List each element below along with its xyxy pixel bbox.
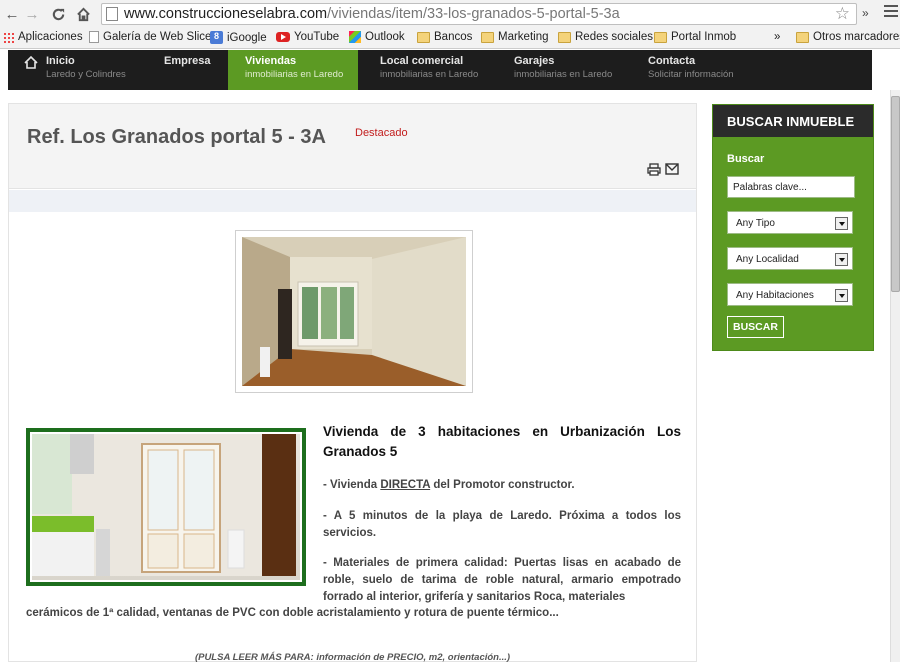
bookmarks-bar: Aplicaciones Galería de Web Slice 8 iGoog… (0, 29, 900, 49)
select-value: Any Habitaciones (736, 290, 814, 301)
select-value: Any Localidad (736, 254, 799, 265)
bookmarks-overflow-button[interactable]: » (774, 31, 780, 43)
search-label: Buscar (727, 153, 765, 165)
bookmark-folder-marketing[interactable]: Marketing (481, 31, 549, 43)
chevron-down-icon (835, 217, 848, 230)
bookmark-label: Aplicaciones (18, 31, 83, 43)
outlook-icon (349, 31, 361, 43)
url-path: /viviendas/item/33-los-granados-5-portal… (327, 6, 620, 22)
nav-item-empresa[interactable]: Empresa (164, 50, 228, 90)
property-photo-living-room[interactable] (235, 230, 473, 393)
nav-title: Contacta (648, 55, 696, 67)
nav-title: Inicio (46, 55, 75, 67)
chevron-down-icon (835, 289, 848, 302)
bookmark-label: Outlook (365, 31, 405, 43)
nav-item-local-comercial[interactable]: Local comercial inmobiliarias en Laredo (380, 50, 500, 90)
nav-subtitle: Solicitar información (648, 69, 734, 80)
living-room-image (242, 237, 466, 386)
directa-link[interactable]: DIRECTA (380, 479, 430, 491)
nav-title: Empresa (164, 55, 211, 67)
nav-item-contacta[interactable]: Contacta Solicitar información (648, 50, 768, 90)
property-heading: Vivienda de 3 habitaciones en Urbanizaci… (323, 424, 681, 459)
property-search-panel: BUSCAR INMUEBLE Buscar Palabras clave...… (712, 104, 874, 351)
bookmark-label: Portal Inmob (671, 31, 737, 43)
nav-item-viviendas[interactable]: Viviendas inmobiliarias en Laredo (228, 50, 358, 90)
address-bar[interactable]: www.construccioneselabra.com/viviendas/i… (101, 3, 857, 25)
overflow-label: » (774, 31, 781, 43)
feature-text: - Vivienda (323, 479, 381, 491)
bookmark-label: Marketing (498, 31, 549, 43)
bookmark-folder-redes[interactable]: Redes sociales (558, 31, 653, 43)
select-value: Any Tipo (736, 218, 775, 229)
kitchen-image (32, 434, 296, 576)
nav-subtitle: inmobiliarias en Laredo (514, 69, 613, 80)
folder-icon (654, 31, 667, 43)
home-icon (24, 56, 38, 69)
nav-item-garajes[interactable]: Garajes inmobiliarias en Laredo (514, 50, 634, 90)
feature-materials: - Materiales de primera calidad: Puertas… (323, 557, 681, 603)
menu-icon[interactable] (884, 5, 898, 19)
apps-icon (3, 31, 14, 43)
keywords-input[interactable]: Palabras clave... (727, 176, 855, 198)
feature-text: del Promotor constructor. (430, 479, 575, 491)
print-icon[interactable] (647, 163, 661, 176)
search-button[interactable]: BUSCAR (727, 316, 784, 338)
url-host: www.construccioneselabra.com (124, 6, 328, 22)
nav-subtitle: inmobiliarias en Laredo (380, 69, 479, 80)
nav-title: Local comercial (380, 55, 464, 67)
google-icon: 8 (210, 31, 223, 44)
feature-direct: - Vivienda DIRECTA del Promotor construc… (323, 477, 681, 494)
bookmark-label: YouTube (294, 31, 340, 43)
page-title: Ref. Los Granados portal 5 - 3A (27, 126, 326, 148)
forward-arrow-icon[interactable]: → (22, 4, 42, 24)
folder-icon (558, 31, 571, 43)
page-icon (106, 7, 118, 21)
folder-icon (417, 31, 430, 43)
bookmark-outlook[interactable]: Outlook (349, 31, 405, 43)
folder-icon (796, 31, 809, 43)
bookmark-label: Bancos (434, 31, 473, 43)
nav-subtitle: inmobiliarias en Laredo (245, 69, 344, 80)
tipo-select[interactable]: Any Tipo (727, 211, 853, 234)
home-icon[interactable] (73, 4, 93, 24)
nav-title: Garajes (514, 55, 555, 67)
bookmark-star-icon[interactable]: ☆ (835, 4, 850, 24)
bookmark-folder-otros[interactable]: Otros marcadores (796, 31, 900, 43)
reload-icon[interactable] (48, 4, 68, 24)
property-photo-kitchen[interactable] (26, 428, 306, 586)
bookmark-igoogle[interactable]: 8 iGoogle (210, 31, 267, 44)
bookmark-folder-bancos[interactable]: Bancos (417, 31, 472, 43)
back-arrow-icon[interactable]: ← (2, 4, 22, 24)
nav-subtitle: Laredo y Colindres (46, 69, 126, 80)
youtube-icon (276, 32, 290, 42)
bookmark-galeria[interactable]: Galería de Web Slice (89, 31, 211, 43)
bookmark-label: Redes sociales (575, 31, 653, 43)
bookmark-label: Galería de Web Slice (103, 31, 212, 43)
localidad-select[interactable]: Any Localidad (727, 247, 853, 270)
site-nav: Inicio Laredo y Colindres Empresa Vivien… (8, 50, 872, 90)
bookmark-aplicaciones[interactable]: Aplicaciones (3, 31, 83, 43)
chevron-down-icon (835, 253, 848, 266)
habitaciones-select[interactable]: Any Habitaciones (727, 283, 853, 306)
bookmark-folder-portal[interactable]: Portal Inmob (654, 31, 736, 43)
scrollbar-thumb[interactable] (891, 96, 900, 292)
bookmark-label: iGoogle (227, 31, 267, 44)
bookmark-label: Otros marcadores (813, 31, 900, 43)
extensions-overflow-button[interactable]: » (862, 6, 869, 20)
folder-icon (481, 31, 494, 43)
email-icon[interactable] (665, 163, 679, 175)
read-more-hint: (PULSA LEER MÁS PARA: información de PRE… (194, 652, 511, 662)
article: Ref. Los Granados portal 5 - 3A Destacad… (8, 103, 697, 662)
feature-location: - A 5 minutos de la playa de Laredo. Pró… (323, 510, 681, 539)
divider-strip (9, 190, 696, 212)
featured-badge: Destacado (355, 127, 408, 139)
browser-toolbar: ← → www.construccioneselabra.com/viviend… (0, 0, 900, 29)
feature-materials-continued: cerámicos de 1ª calidad, ventanas de PVC… (26, 607, 559, 619)
page-icon (89, 31, 99, 43)
nav-title: Viviendas (245, 55, 297, 67)
bookmark-youtube[interactable]: YouTube (276, 31, 339, 43)
search-panel-title: BUSCAR INMUEBLE (713, 105, 873, 137)
article-header: Ref. Los Granados portal 5 - 3A Destacad… (9, 104, 696, 189)
nav-item-inicio[interactable]: Inicio Laredo y Colindres (8, 50, 136, 90)
